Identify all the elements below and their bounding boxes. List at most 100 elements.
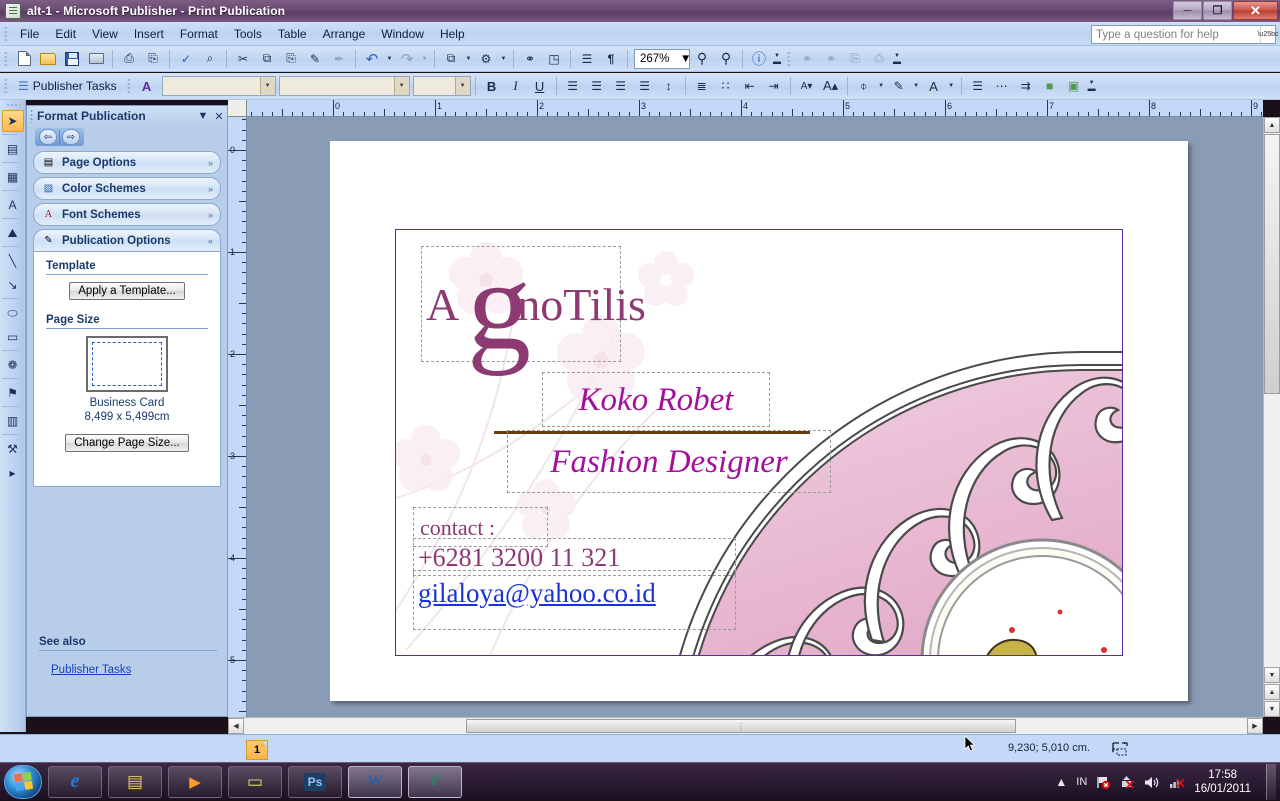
- paste-icon[interactable]: ⎘: [280, 48, 302, 70]
- standard-toolbar-grip[interactable]: [4, 50, 8, 67]
- menu-item-file[interactable]: File: [12, 24, 47, 44]
- copy-icon[interactable]: ⧉: [256, 48, 278, 70]
- line-color-icon[interactable]: ✎: [888, 75, 910, 97]
- arrow-tool[interactable]: ↘: [2, 274, 24, 296]
- logo-text-box[interactable]: AnoTilis g: [421, 241, 646, 369]
- cut-icon[interactable]: ✂: [232, 48, 254, 70]
- vertical-scrollbar[interactable]: ▲ ▼ ▲ ▼: [1263, 117, 1280, 717]
- justify-icon[interactable]: ☰: [634, 75, 656, 97]
- italic-button[interactable]: I: [505, 75, 527, 97]
- font-dropdown[interactable]: ▼: [278, 76, 410, 96]
- design-checker-dropdown-icon[interactable]: ▼: [498, 48, 509, 70]
- select-objects-tool[interactable]: ➤: [1, 110, 24, 132]
- undo-icon[interactable]: ↶: [361, 48, 383, 70]
- increase-indent-icon[interactable]: ⇥: [763, 75, 785, 97]
- scroll-up-button[interactable]: ▲: [1264, 117, 1280, 133]
- font-color-icon[interactable]: A: [923, 75, 945, 97]
- connect-toolbar-overflow[interactable]: ▼ ▬: [891, 47, 903, 71]
- task-pane-back-button[interactable]: ⇦: [39, 129, 57, 145]
- align-left-icon[interactable]: ☰: [562, 75, 584, 97]
- task-pane-section-publication-options[interactable]: ✎ Publication Options «: [33, 229, 221, 252]
- scroll-right-button[interactable]: ▶: [1247, 718, 1263, 734]
- zoom-out-icon[interactable]: ⚲: [691, 48, 713, 70]
- zoom-dropdown-icon[interactable]: ▼: [675, 53, 691, 65]
- taskbar-publisher[interactable]: P: [408, 765, 462, 798]
- horizontal-ruler[interactable]: 0 1 2 3 4 5 6 7 8 9: [247, 100, 1263, 117]
- item-from-content-library-tool[interactable]: ▥: [2, 410, 24, 432]
- objects-toolbar-expand[interactable]: ▸: [2, 462, 24, 484]
- page-sheet[interactable]: AnoTilis g Koko Robet Fashion Designer c…: [330, 141, 1188, 701]
- menu-item-edit[interactable]: Edit: [47, 24, 84, 44]
- business-card-object[interactable]: AnoTilis g Koko Robet Fashion Designer c…: [395, 229, 1123, 656]
- publisher-tasks-button[interactable]: ☰ Publisher Tasks: [12, 77, 123, 95]
- show-formatting-icon[interactable]: ☰: [576, 48, 598, 70]
- chevron-down-icon[interactable]: ▼: [259, 77, 275, 95]
- clock[interactable]: 17:58 16/01/2011: [1194, 768, 1251, 796]
- taskbar-word[interactable]: W: [348, 765, 402, 798]
- bold-button[interactable]: B: [481, 75, 503, 97]
- bring-forward-icon[interactable]: ⧉: [440, 48, 462, 70]
- volume-icon[interactable]: [1144, 775, 1160, 790]
- menu-item-tools[interactable]: Tools: [226, 24, 270, 44]
- shadow-style-icon[interactable]: ■: [1039, 75, 1061, 97]
- task-pane-section-font-schemes[interactable]: A Font Schemes »: [33, 203, 221, 226]
- standard-toolbar-overflow[interactable]: ▼ ▬: [771, 47, 783, 71]
- taskbar-sticky-notes[interactable]: ▭: [228, 765, 282, 798]
- email-icon[interactable]: [85, 48, 107, 70]
- menu-item-view[interactable]: View: [84, 24, 126, 44]
- job-title-text-box[interactable]: Fashion Designer: [507, 430, 831, 493]
- formatting-toolbar-overflow[interactable]: ▼ ▬: [1086, 74, 1098, 98]
- rectangle-tool[interactable]: ▭: [2, 326, 24, 348]
- taskbar-internet-explorer[interactable]: e: [48, 765, 102, 798]
- chevron-up-icon[interactable]: «: [208, 236, 213, 246]
- style-dropdown[interactable]: ▼: [161, 76, 276, 96]
- create-link-icon[interactable]: ⚭: [796, 48, 818, 70]
- design-gallery-object-tool[interactable]: ⚒: [2, 438, 24, 460]
- ruler-corner[interactable]: [228, 100, 247, 117]
- dash-style-icon[interactable]: ⋯: [991, 75, 1013, 97]
- font-size-dropdown[interactable]: ▼: [412, 76, 471, 96]
- start-button[interactable]: [4, 764, 42, 799]
- decrease-indent-icon[interactable]: ⇤: [739, 75, 761, 97]
- line-spacing-icon[interactable]: ↕: [658, 75, 680, 97]
- print-icon[interactable]: ⎙: [118, 48, 140, 70]
- vertical-scroll-thumb[interactable]: [1264, 134, 1280, 394]
- redo-dropdown-icon[interactable]: ▼: [419, 48, 430, 70]
- autoshapes-tool[interactable]: ❁: [2, 354, 24, 376]
- font-color-dropdown-icon[interactable]: ▼: [946, 75, 957, 97]
- email-text-box[interactable]: gilaloya@yahoo.co.id: [413, 570, 736, 630]
- bulleted-list-icon[interactable]: ∷: [715, 75, 737, 97]
- task-pane-dropdown-icon[interactable]: ▼: [195, 110, 211, 122]
- canvas-work-area[interactable]: AnoTilis g Koko Robet Fashion Designer c…: [247, 117, 1263, 717]
- line-color-dropdown-icon[interactable]: ▼: [911, 75, 922, 97]
- redo-icon[interactable]: ↷: [396, 48, 418, 70]
- research-icon[interactable]: ⌕: [199, 48, 221, 70]
- design-gallery-tool[interactable]: ⚑: [2, 382, 24, 404]
- print-preview-icon[interactable]: ⎘: [142, 48, 164, 70]
- previous-page-button[interactable]: ▲: [1264, 684, 1280, 700]
- wordart-tool[interactable]: A: [2, 194, 24, 216]
- clear-formatting-icon[interactable]: ✒: [328, 48, 350, 70]
- menu-item-table[interactable]: Table: [270, 24, 315, 44]
- design-checker-icon[interactable]: ⚙: [475, 48, 497, 70]
- change-page-size-button[interactable]: Change Page Size...: [65, 434, 189, 452]
- bring-forward-dropdown-icon[interactable]: ▼: [463, 48, 474, 70]
- objects-toolbar-grip[interactable]: [5, 103, 20, 108]
- save-icon[interactable]: [61, 48, 83, 70]
- text-box-tool[interactable]: ▤: [2, 138, 24, 160]
- task-pane-grip[interactable]: [30, 109, 34, 123]
- close-button[interactable]: ✕: [1233, 1, 1278, 20]
- fill-color-icon[interactable]: ⌽: [853, 75, 875, 97]
- email-address[interactable]: gilaloya@yahoo.co.id: [414, 571, 656, 616]
- task-pane-section-color-schemes[interactable]: ▨ Color Schemes »: [33, 177, 221, 200]
- insert-hyperlink-icon[interactable]: ⚭: [519, 48, 541, 70]
- menu-item-insert[interactable]: Insert: [126, 24, 172, 44]
- next-textbox-icon[interactable]: ⎙: [868, 48, 890, 70]
- fill-color-dropdown-icon[interactable]: ▼: [876, 75, 887, 97]
- open-icon[interactable]: [37, 48, 59, 70]
- menu-item-window[interactable]: Window: [373, 24, 432, 44]
- chevron-down-icon[interactable]: »: [208, 210, 213, 220]
- network-icon[interactable]: [1169, 775, 1185, 790]
- apply-template-button[interactable]: Apply a Template...: [69, 282, 185, 300]
- flag-icon[interactable]: [1096, 775, 1111, 790]
